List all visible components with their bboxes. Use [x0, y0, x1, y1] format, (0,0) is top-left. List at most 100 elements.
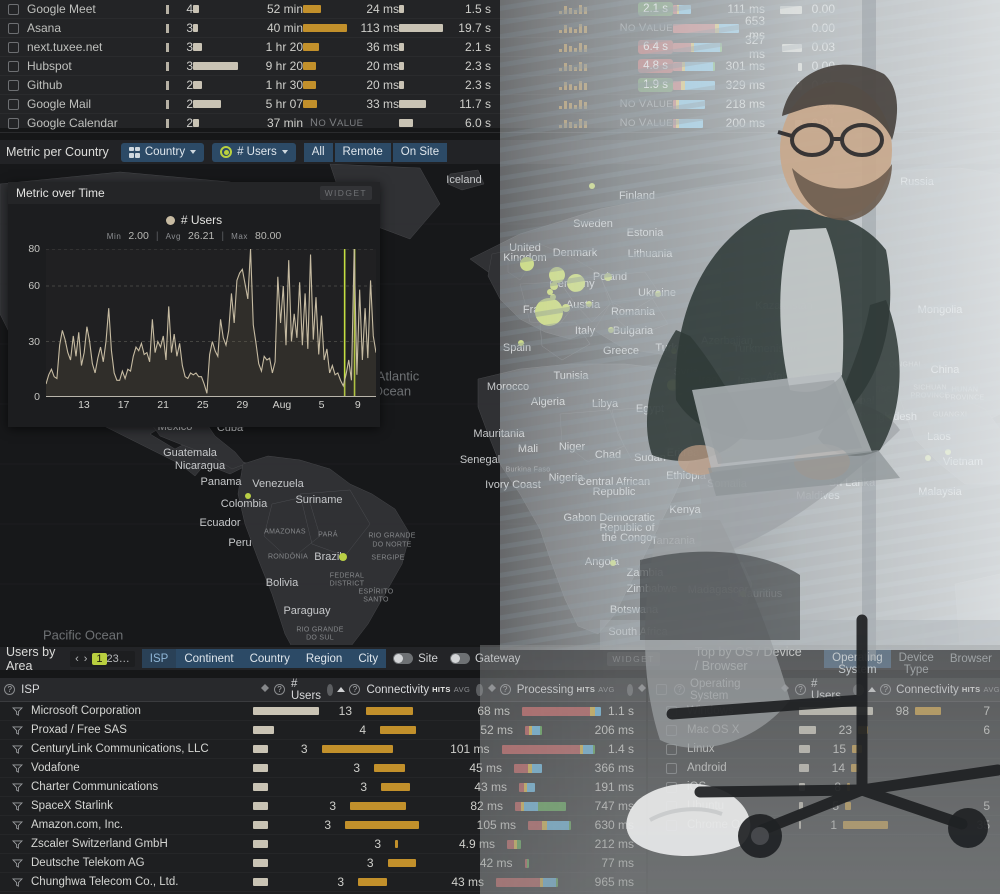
row-checkbox[interactable] — [8, 117, 19, 129]
filter-icon[interactable] — [12, 763, 23, 773]
map-bubble[interactable] — [740, 591, 746, 597]
sort-icon[interactable] — [781, 683, 790, 696]
aggregate-icon[interactable] — [327, 683, 334, 696]
table-row[interactable]: Vodafone 3 45 ms 366 ms — [0, 759, 646, 778]
row-checkbox[interactable] — [8, 98, 19, 110]
map-bubble[interactable] — [535, 298, 563, 326]
row-checkbox[interactable] — [666, 781, 677, 793]
map-bubble[interactable] — [520, 257, 534, 271]
map-bubble[interactable] — [885, 415, 891, 421]
table-row[interactable]: Google Mail 2 5 hr 07 33 ms 11.7 s NO VALUE 21… — [0, 95, 1000, 114]
map-bubble[interactable] — [945, 449, 951, 455]
map-bubble[interactable] — [925, 455, 931, 461]
filter-all-button[interactable]: All — [303, 142, 333, 162]
aggregate-icon[interactable] — [626, 683, 633, 696]
row-checkbox[interactable] — [666, 800, 677, 812]
table-row[interactable]: Deutsche Telekom AG 3 42 ms 77 ms — [0, 854, 646, 873]
map-bubble[interactable] — [567, 274, 585, 292]
sort-icon[interactable] — [638, 683, 646, 696]
toggle-switch-icon[interactable] — [393, 653, 414, 664]
table-row[interactable]: iOS 8 — [648, 778, 1000, 797]
metric-dropdown[interactable]: # Users — [212, 142, 296, 162]
tab-region[interactable]: Region — [297, 649, 351, 668]
table-row[interactable]: Proxad / Free SAS 4 52 ms 206 ms — [0, 721, 646, 740]
sort-asc-icon[interactable] — [868, 687, 877, 692]
row-checkbox[interactable] — [8, 79, 19, 91]
tab-country[interactable]: Country — [241, 649, 298, 668]
row-checkbox[interactable] — [666, 762, 677, 774]
sort-icon[interactable] — [260, 683, 269, 696]
map-bubble[interactable] — [752, 413, 758, 419]
os-tab-device-type[interactable]: Device Type — [891, 649, 942, 676]
map-bubble[interactable] — [245, 493, 251, 499]
table-row[interactable]: Github 2 1 hr 30 20 ms 2.3 s 1.9 s 329 ms 0.00 — [0, 76, 1000, 95]
filter-icon[interactable] — [12, 706, 23, 716]
page-1[interactable]: 1 — [92, 652, 107, 665]
help-icon[interactable]: ? — [274, 684, 285, 695]
filter-icon[interactable] — [12, 820, 23, 830]
map-bubble[interactable] — [339, 553, 347, 561]
filter-icon[interactable] — [12, 801, 23, 811]
map-bubble[interactable] — [608, 327, 614, 333]
select-all-checkbox[interactable] — [655, 684, 667, 695]
table-row[interactable]: Google Calendar 2 37 min NO VALUE 6.0 s NO VA… — [0, 114, 1000, 133]
map-bubble[interactable] — [677, 389, 683, 395]
filter-remote-button[interactable]: Remote — [334, 142, 391, 162]
col-isp-label[interactable]: ISP — [21, 684, 261, 696]
filter-icon[interactable] — [12, 839, 23, 849]
page-…[interactable]: … — [119, 653, 130, 665]
table-row[interactable]: next.tuxee.net 3 1 hr 20 36 ms 2.1 s 6.4 s 327… — [0, 33, 1000, 61]
toggle-site[interactable]: Site — [393, 653, 438, 665]
aggregate-icon[interactable] — [853, 683, 865, 696]
row-checkbox[interactable] — [666, 724, 677, 736]
col-os-label[interactable]: Operating System — [690, 678, 776, 702]
next-page-button[interactable]: › — [84, 653, 88, 665]
table-row[interactable]: Asana 3 40 min 113 ms 19.7 s NO VALUE 653 ms 0.… — [0, 14, 1000, 42]
table-row[interactable]: Microsoft Corporation 13 68 ms 1.1 s — [0, 702, 646, 721]
help-icon[interactable]: ? — [674, 684, 685, 695]
table-row[interactable]: Mac OS X 23 6 — [648, 721, 1000, 740]
row-checkbox[interactable] — [8, 41, 19, 53]
map-bubble[interactable] — [562, 304, 570, 312]
row-checkbox[interactable] — [8, 3, 19, 15]
map-bubble[interactable] — [810, 394, 816, 400]
help-icon[interactable]: ? — [499, 684, 511, 695]
toggle-gateway[interactable]: Gateway — [449, 653, 520, 665]
table-row[interactable]: Charter Communications 3 43 ms 191 ms — [0, 778, 646, 797]
map-bubble[interactable] — [589, 183, 595, 189]
map-bubble[interactable] — [586, 301, 592, 307]
filter-icon[interactable] — [12, 782, 23, 792]
filter-icon[interactable] — [12, 725, 23, 735]
table-row[interactable]: Chrome OS 1 35 — [648, 816, 1000, 835]
table-row[interactable]: SpaceX Starlink 3 82 ms 747 ms — [0, 797, 646, 816]
filter-icon[interactable] — [12, 858, 23, 868]
table-row[interactable]: Zscaler Switzerland GmbH 3 4.9 ms 212 ms — [0, 835, 646, 854]
table-row[interactable]: Hubspot 3 9 hr 20 20 ms 2.3 s 4.8 s 301 ms 0.00 — [0, 57, 1000, 76]
table-row[interactable]: Windows 98 7 — [648, 702, 1000, 721]
sort-icon[interactable] — [487, 683, 496, 696]
map-bubble[interactable] — [549, 267, 565, 283]
tab-city[interactable]: City — [350, 649, 387, 668]
col-processing-label[interactable]: Processing — [517, 684, 574, 696]
row-checkbox[interactable] — [8, 60, 19, 72]
help-icon[interactable]: ? — [4, 684, 16, 695]
row-checkbox[interactable] — [666, 819, 677, 831]
map-bubble[interactable] — [655, 291, 661, 297]
col-users-label[interactable]: # Users — [291, 678, 321, 702]
filter-icon[interactable] — [12, 877, 23, 887]
map-bubble[interactable] — [671, 348, 677, 354]
help-icon[interactable]: ? — [794, 684, 806, 695]
table-row[interactable]: Google Meet 4 52 min 24 ms 1.5 s 2.1 s 111 ms 0… — [0, 0, 1000, 19]
filter-icon[interactable] — [12, 744, 23, 754]
os-tab-operating-system[interactable]: Operating System — [824, 649, 891, 676]
col-connectivity-label[interactable]: Connectivity — [896, 684, 959, 696]
map-bubble[interactable] — [794, 373, 800, 379]
col-users-label[interactable]: # Users — [811, 678, 848, 702]
col-connectivity-label[interactable]: Connectivity — [366, 684, 429, 696]
dimension-dropdown[interactable]: Country — [120, 142, 205, 162]
filter-on-site-button[interactable]: On Site — [392, 142, 448, 162]
row-checkbox[interactable] — [8, 22, 19, 34]
aggregate-icon[interactable] — [476, 683, 483, 696]
help-icon[interactable]: ? — [880, 684, 892, 695]
map-bubble[interactable] — [835, 415, 855, 435]
